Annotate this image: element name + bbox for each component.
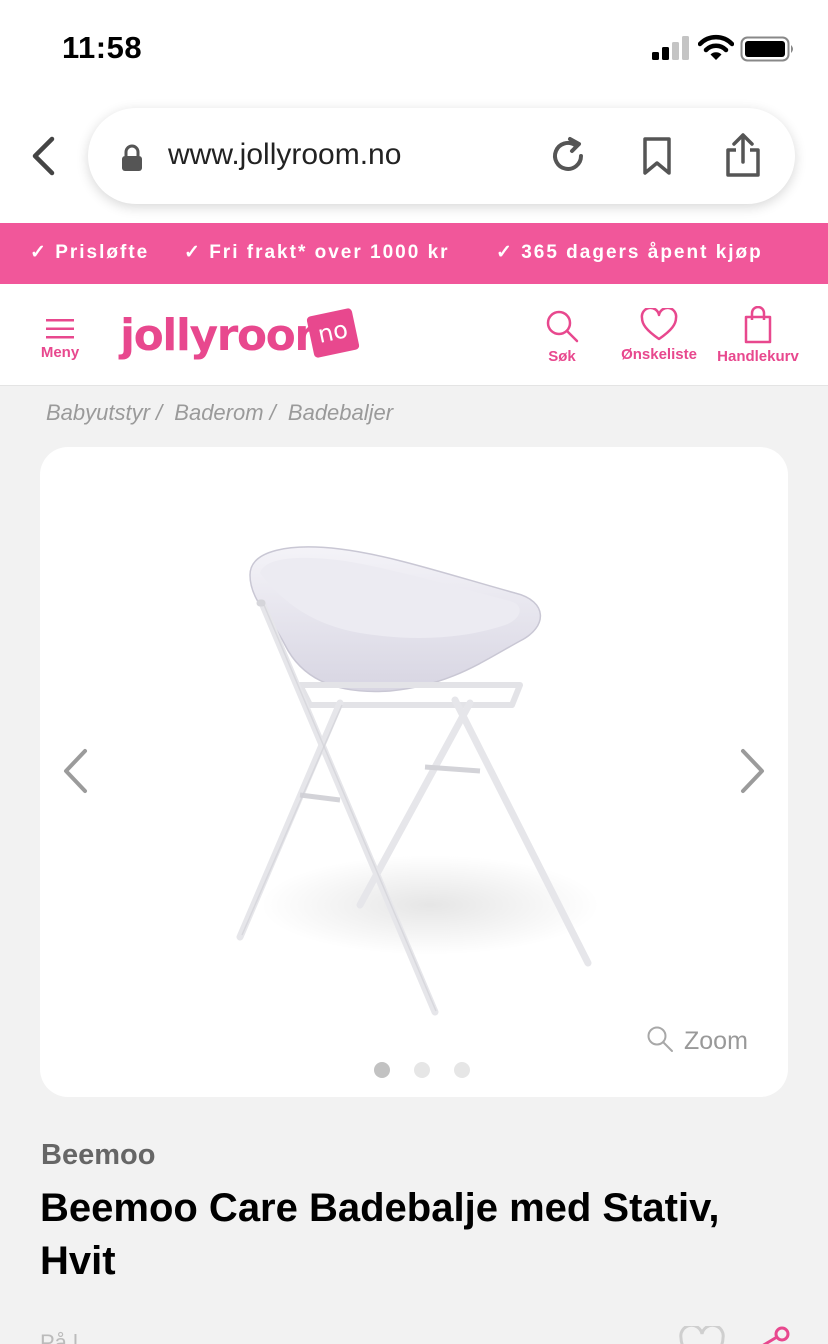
share-product-icon[interactable] <box>752 1326 792 1344</box>
carousel-dot-1[interactable] <box>374 1062 390 1078</box>
menu-label: Meny <box>40 344 80 361</box>
heart-icon <box>640 308 678 341</box>
wishlist-label: Ønskeliste <box>621 346 697 363</box>
url-text[interactable]: www.jollyroom.no <box>168 138 401 172</box>
browser-toolbar: www.jollyroom.no <box>0 100 828 223</box>
promo-free-shipping: ✓ Fri frakt* over 1000 kr <box>184 242 450 263</box>
previous-image-icon[interactable] <box>60 747 90 795</box>
status-time: 11:58 <box>62 30 143 65</box>
promo-open-purchase: ✓ 365 dagers åpent kjøp <box>496 242 763 263</box>
logo-text: jollyroom <box>120 310 340 361</box>
product-brand[interactable]: Beemoo <box>41 1139 155 1172</box>
search-label: Søk <box>548 348 576 365</box>
breadcrumb-badebaljer[interactable]: Badebaljer <box>288 400 393 425</box>
breadcrumb-babyutstyr[interactable]: Babyutstyr / <box>46 400 162 425</box>
lock-icon <box>122 144 142 171</box>
promo-bar: ✓ Prisløfte ✓ Fri frakt* over 1000 kr ✓ … <box>0 223 828 284</box>
bookmark-icon[interactable] <box>640 136 674 176</box>
search-button[interactable]: Søk <box>540 308 584 365</box>
wifi-icon <box>698 34 734 60</box>
search-icon <box>546 310 579 343</box>
carousel-dot-2[interactable] <box>414 1062 430 1078</box>
back-icon[interactable] <box>26 136 62 176</box>
product-subtext-partial: På l <box>40 1330 78 1344</box>
share-icon[interactable] <box>724 132 762 178</box>
wishlist-button[interactable]: Ønskeliste <box>620 308 698 363</box>
battery-icon <box>740 36 793 62</box>
site-logo[interactable]: jollyroom no <box>120 306 360 366</box>
carousel-dots <box>374 1062 474 1078</box>
cellular-signal-icon <box>652 36 689 60</box>
reload-icon[interactable] <box>548 136 588 176</box>
add-to-wishlist-icon[interactable] <box>678 1326 726 1344</box>
status-bar: 11:58 <box>0 0 828 100</box>
promo-price-promise: ✓ Prisløfte <box>30 242 150 263</box>
cart-label: Handlekurv <box>717 348 799 365</box>
product-title: Beemoo Care Badebalje med Stativ, Hvit <box>40 1186 720 1283</box>
breadcrumb-baderom[interactable]: Baderom / <box>174 400 276 425</box>
breadcrumb: Babyutstyr / Baderom / Badebaljer <box>46 400 399 426</box>
magnifier-icon <box>647 1026 673 1052</box>
shopping-bag-icon <box>744 306 772 344</box>
product-gallery: Zoom <box>40 447 788 1097</box>
zoom-label: Zoom <box>684 1027 748 1055</box>
product-image[interactable] <box>230 545 600 1025</box>
next-image-icon[interactable] <box>738 747 768 795</box>
hamburger-icon <box>46 319 74 339</box>
address-bar[interactable]: www.jollyroom.no <box>88 108 795 204</box>
carousel-dot-3[interactable] <box>454 1062 470 1078</box>
site-header: Meny jollyroom no Søk Ønskeliste Handlek… <box>0 284 828 386</box>
cart-button[interactable]: Handlekurv <box>716 306 800 365</box>
menu-button[interactable]: Meny <box>36 318 84 361</box>
logo-badge: no <box>306 307 360 359</box>
